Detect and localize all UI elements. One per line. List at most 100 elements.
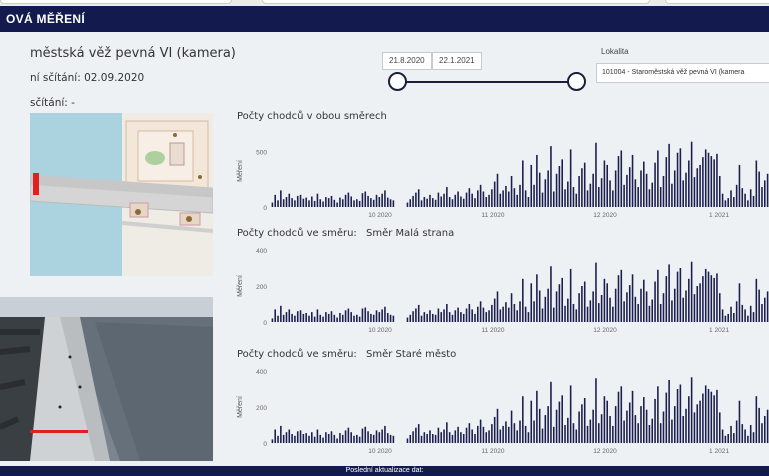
bar <box>524 306 527 322</box>
bar <box>296 431 299 443</box>
lokalita-dropdown[interactable]: 101004 - Staroměstská věž pevná VI (kame… <box>596 63 769 83</box>
bar <box>730 425 732 443</box>
bar <box>631 390 634 443</box>
top-control-2[interactable] <box>262 0 650 4</box>
date-slider-track[interactable] <box>398 81 578 83</box>
bar <box>696 168 699 207</box>
bar <box>676 271 679 322</box>
bar <box>581 404 583 443</box>
date-to-field[interactable]: 22.1.2021 <box>432 52 482 70</box>
bar <box>344 310 347 322</box>
top-control-3[interactable] <box>665 0 769 4</box>
bar <box>637 423 639 443</box>
bar <box>367 431 369 443</box>
bar <box>606 164 609 207</box>
date-slider-start-handle[interactable] <box>388 72 407 91</box>
bar <box>623 184 625 207</box>
bar <box>721 193 724 207</box>
bar <box>378 197 381 207</box>
bar <box>277 315 279 322</box>
bar <box>668 380 670 443</box>
bar <box>634 296 637 322</box>
bar <box>645 409 648 443</box>
bar <box>612 425 614 443</box>
bar <box>614 406 617 443</box>
bar <box>555 409 558 443</box>
bar <box>519 420 521 443</box>
chart-2-title-row: Počty chodců ve směru: Směr Malá strana <box>237 228 454 239</box>
bar <box>569 149 572 207</box>
bar <box>640 288 642 322</box>
bar <box>631 154 634 207</box>
bar <box>465 308 468 322</box>
top-control-1[interactable] <box>0 0 232 4</box>
bar <box>448 197 451 207</box>
bar <box>344 430 347 443</box>
bar <box>682 180 684 207</box>
bar <box>516 430 518 443</box>
bar <box>733 433 735 443</box>
y-axis-label: Měření <box>237 160 244 182</box>
bar <box>333 434 336 443</box>
bar <box>370 313 372 322</box>
bar <box>420 435 423 443</box>
bar <box>302 198 305 207</box>
bar <box>592 409 594 443</box>
bar <box>353 315 355 322</box>
bar <box>541 428 544 443</box>
bar <box>538 172 541 207</box>
bar <box>274 309 277 322</box>
chart-3-title-row: Počty chodců ve směru: Směr Staré město <box>237 349 456 360</box>
chart-3-subtitle: Směr Staré město <box>365 349 457 360</box>
bar <box>685 172 687 207</box>
bar <box>280 425 282 443</box>
bar <box>688 278 690 322</box>
bar <box>662 175 665 207</box>
date-slider-end-handle[interactable] <box>567 72 586 91</box>
bar <box>372 314 375 322</box>
footer-last-update: Poslední aktualizace dat: <box>0 466 769 476</box>
bar <box>330 431 333 443</box>
bar <box>341 199 344 207</box>
bar <box>586 425 589 443</box>
bar <box>482 426 485 443</box>
bar <box>634 179 637 207</box>
camera-image[interactable] <box>0 297 213 461</box>
bar <box>707 271 710 322</box>
bar <box>718 412 721 443</box>
date-from-field[interactable]: 21.8.2020 <box>382 52 432 70</box>
bar <box>744 429 746 443</box>
bar <box>336 202 338 207</box>
bar <box>752 312 755 322</box>
bar <box>558 284 561 322</box>
bar <box>617 391 620 443</box>
bar <box>282 314 285 322</box>
bar <box>595 142 597 207</box>
y-tick-label: 200 <box>256 405 267 412</box>
bar <box>375 310 378 322</box>
bar <box>552 307 555 322</box>
bar <box>477 190 479 207</box>
bar <box>513 423 516 443</box>
bar <box>356 314 358 322</box>
bar <box>561 395 563 443</box>
bar <box>516 194 518 207</box>
bar <box>471 193 473 207</box>
y-axis-label: Měření <box>237 396 244 418</box>
bar <box>462 313 465 322</box>
bar <box>536 390 538 443</box>
bar <box>685 290 687 322</box>
bar <box>437 427 440 443</box>
bar <box>761 304 763 322</box>
bar <box>420 315 423 322</box>
bar <box>572 304 575 322</box>
bar <box>313 316 316 322</box>
bar <box>693 177 696 207</box>
location-map[interactable] <box>30 113 213 276</box>
bar <box>673 406 676 443</box>
bar <box>361 193 364 207</box>
bar <box>710 156 713 207</box>
bar <box>589 419 592 443</box>
bar <box>319 434 322 443</box>
bar <box>429 430 431 443</box>
